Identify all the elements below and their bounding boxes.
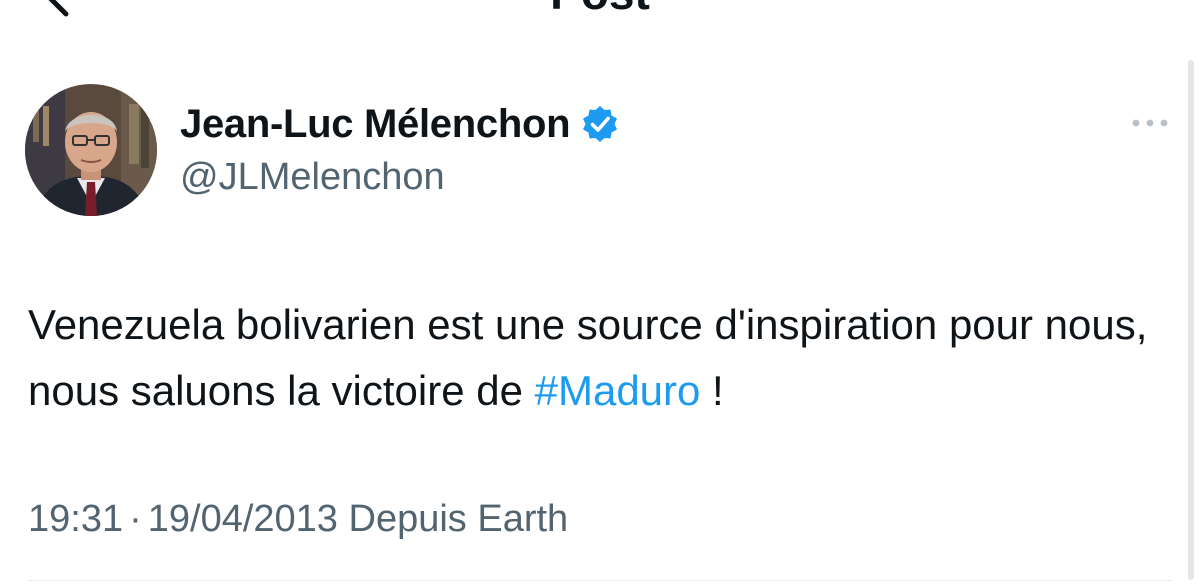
tweet-text: Venezuela bolivarien est une source d'in… (28, 292, 1158, 424)
display-name[interactable]: Jean-Luc Mélenchon (180, 102, 571, 147)
tweet-date[interactable]: 19/04/2013 (148, 498, 338, 540)
verified-badge-icon[interactable] (580, 104, 620, 144)
user-handle[interactable]: @JLMelenchon (180, 156, 445, 199)
hashtag-link[interactable]: #Maduro (535, 367, 701, 414)
tweet-metadata: 19:31 · 19/04/2013 Depuis Earth (28, 498, 568, 541)
author-name-row[interactable]: Jean-Luc Mélenchon (180, 98, 620, 150)
tweet-text-end: ! (700, 367, 724, 414)
tweet-time[interactable]: 19:31 (28, 498, 123, 540)
more-horizontal-icon (1132, 119, 1168, 127)
meta-separator: · (129, 498, 142, 540)
avatar[interactable] (25, 84, 157, 216)
divider (28, 580, 1172, 581)
tweet-source[interactable]: Depuis Earth (349, 498, 569, 540)
more-options-button[interactable] (1124, 105, 1176, 141)
scrollbar[interactable] (1188, 60, 1194, 580)
top-bar: Post (0, 0, 1200, 20)
page-title: Post (0, 0, 1200, 16)
